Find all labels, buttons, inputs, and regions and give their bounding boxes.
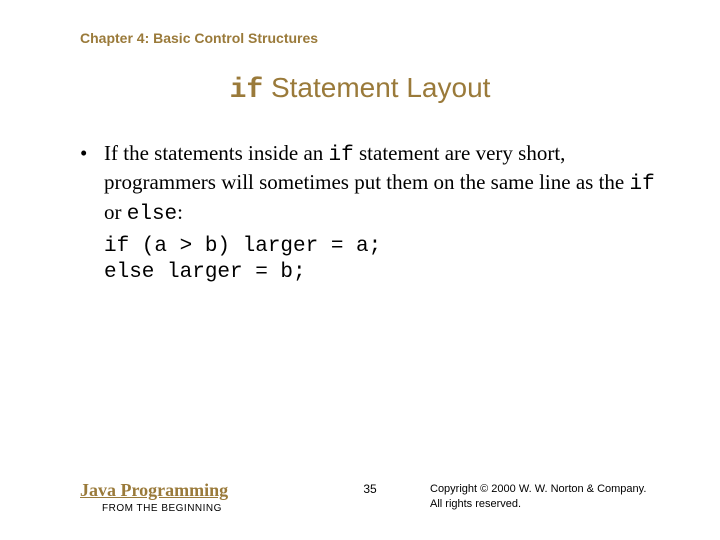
title-text: Statement Layout	[263, 72, 490, 103]
bullet-marker: •	[80, 140, 104, 228]
bullet-frag: If the statements inside an	[104, 141, 329, 165]
copyright-line: Copyright © 2000 W. W. Norton & Company.	[430, 483, 646, 495]
copyright: Copyright © 2000 W. W. Norton & Company.…	[400, 480, 680, 512]
bullet-text: If the statements inside an if statement…	[104, 140, 660, 228]
code-block: if (a > b) larger = a; else larger = b;	[104, 234, 660, 287]
bullet-code: if	[329, 144, 354, 167]
book-title-main: Java Programming	[80, 480, 340, 501]
title-code: if	[230, 75, 264, 106]
chapter-header: Chapter 4: Basic Control Structures	[80, 30, 318, 46]
slide-title: if Statement Layout	[0, 72, 720, 106]
bullet-frag: or	[104, 200, 127, 224]
footer: Java Programming FROM THE BEGINNING 35 C…	[80, 480, 680, 514]
book-title: Java Programming FROM THE BEGINNING	[80, 480, 340, 514]
bullet-item: • If the statements inside an if stateme…	[80, 140, 660, 228]
bullet-code: if	[629, 173, 654, 196]
bullet-code: else	[127, 203, 177, 226]
copyright-line: All rights reserved.	[430, 498, 521, 510]
book-title-sub: FROM THE BEGINNING	[102, 503, 340, 514]
page-number: 35	[340, 480, 400, 496]
bullet-frag: :	[177, 200, 183, 224]
body-content: • If the statements inside an if stateme…	[80, 140, 660, 286]
